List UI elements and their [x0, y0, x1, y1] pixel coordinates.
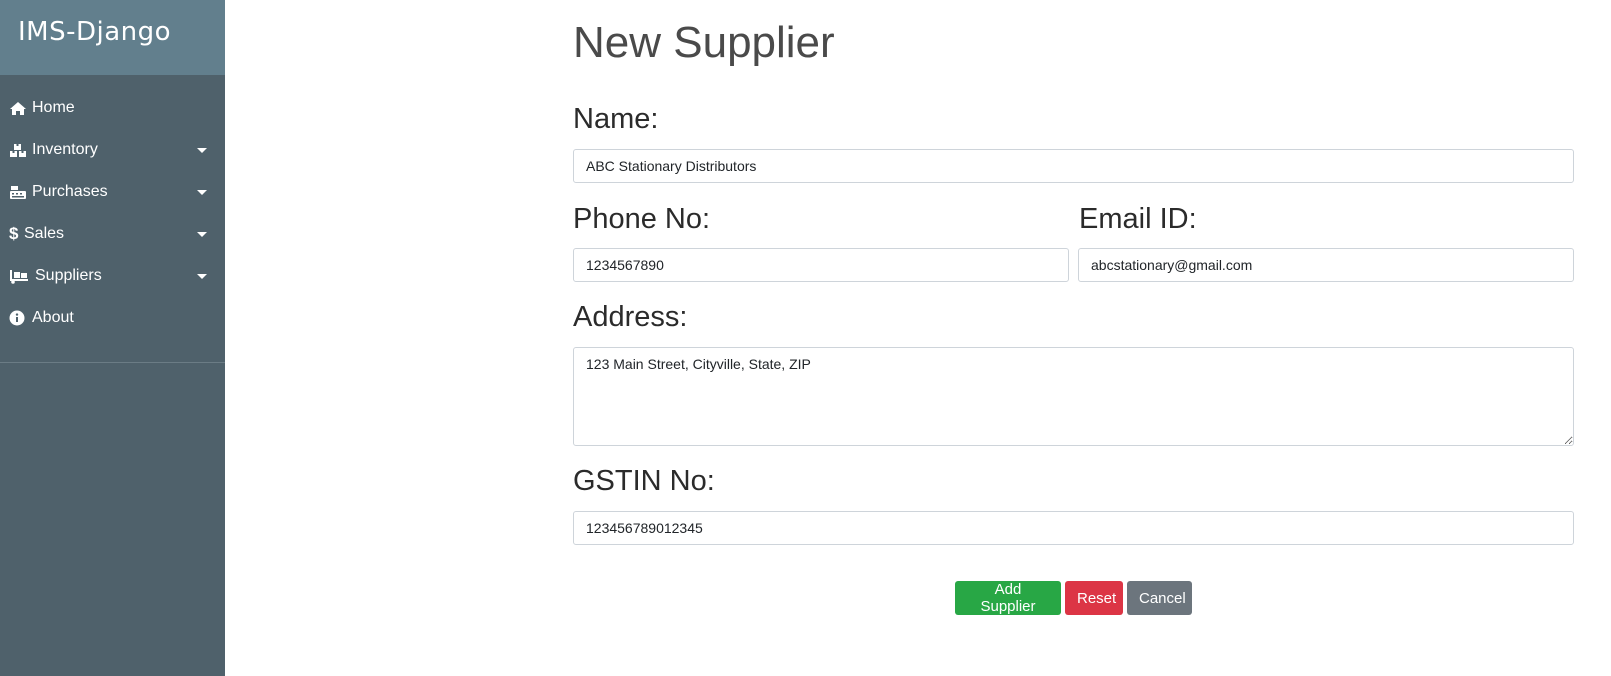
address-field[interactable]: 123 Main Street, Cityville, State, ZIP	[573, 347, 1574, 446]
sidebar-item-home[interactable]: Home	[0, 87, 225, 129]
add-supplier-button[interactable]: Add Supplier	[955, 581, 1061, 615]
chevron-down-icon	[197, 190, 207, 195]
gstin-field[interactable]	[573, 511, 1574, 545]
sidebar-item-label: Home	[32, 99, 75, 116]
sidebar-nav: Home Inventory Purchases $ Sales Supplie…	[0, 75, 225, 339]
cancel-button[interactable]: Cancel	[1127, 581, 1192, 615]
reset-button[interactable]: Reset	[1065, 581, 1123, 615]
sidebar-divider	[0, 362, 225, 363]
chevron-down-icon	[197, 232, 207, 237]
name-label: Name:	[573, 103, 659, 135]
email-field[interactable]	[1078, 248, 1574, 282]
sidebar-item-purchases[interactable]: Purchases	[0, 171, 225, 213]
sidebar-item-label: About	[32, 309, 74, 326]
dollar-icon: $	[9, 224, 19, 243]
email-label: Email ID:	[1079, 203, 1197, 235]
sidebar-item-label: Suppliers	[35, 267, 102, 284]
cash-register-icon	[9, 184, 29, 200]
sidebar-item-label: Inventory	[32, 141, 98, 158]
name-field[interactable]	[573, 149, 1574, 183]
sidebar-item-label: Sales	[24, 225, 65, 242]
sidebar: IMS-Django Home Inventory Purchases $ Sa…	[0, 0, 225, 676]
info-icon	[9, 310, 29, 326]
chevron-down-icon	[197, 274, 207, 279]
dolly-icon	[9, 268, 32, 284]
sidebar-item-label: Purchases	[32, 183, 108, 200]
sidebar-item-suppliers[interactable]: Suppliers	[0, 255, 225, 297]
sidebar-item-sales[interactable]: $ Sales	[0, 213, 225, 255]
address-label: Address:	[573, 301, 688, 333]
sidebar-item-inventory[interactable]: Inventory	[0, 129, 225, 171]
sidebar-item-about[interactable]: About	[0, 297, 225, 339]
gstin-label: GSTIN No:	[573, 465, 715, 497]
chevron-down-icon	[197, 148, 207, 153]
page-title: New Supplier	[573, 18, 835, 67]
phone-field[interactable]	[573, 248, 1069, 282]
brand-logo[interactable]: IMS-Django	[0, 0, 225, 75]
phone-label: Phone No:	[573, 203, 711, 235]
boxes-icon	[9, 142, 29, 158]
home-icon	[9, 100, 29, 116]
